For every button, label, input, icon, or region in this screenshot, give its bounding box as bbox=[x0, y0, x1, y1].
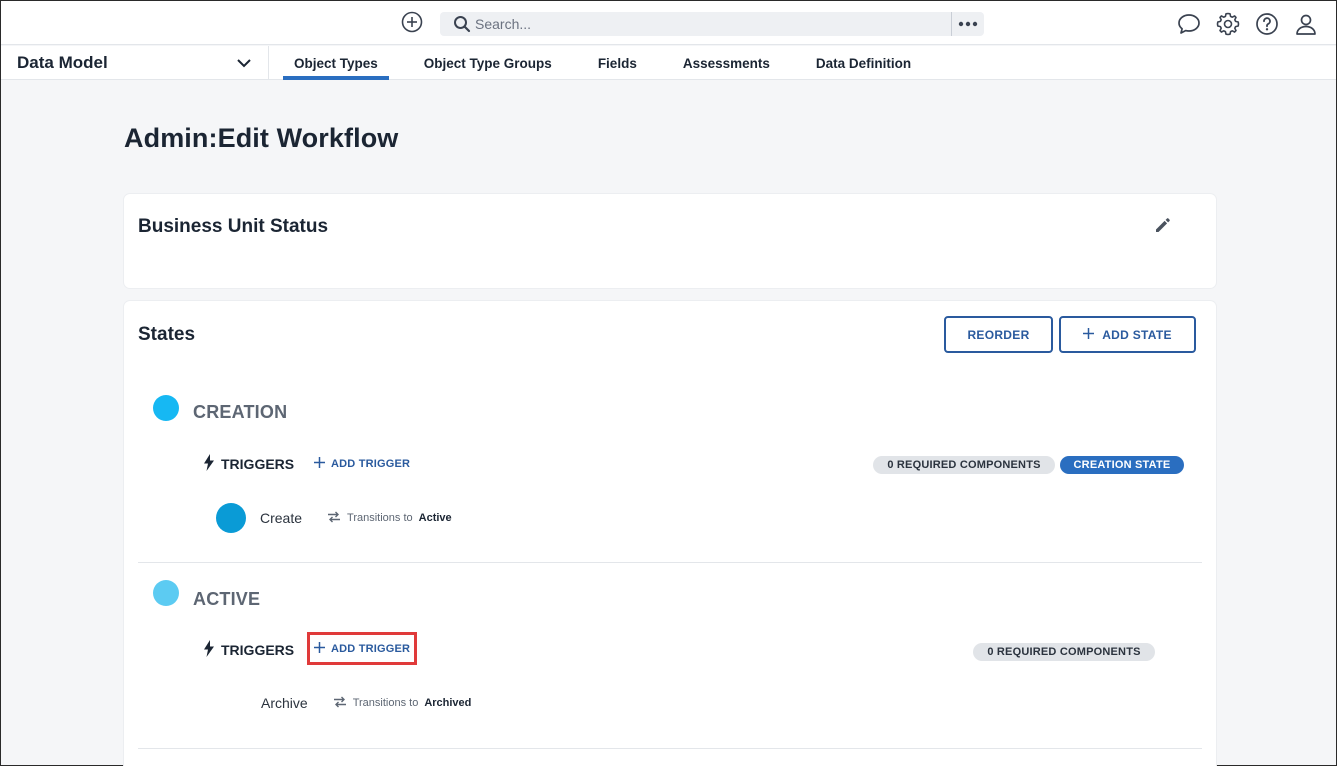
reorder-button[interactable]: REORDER bbox=[944, 316, 1053, 353]
state-active: ACTIVE TRIGGERS ADD TRIGGER 0 REQUIRED C… bbox=[124, 579, 1216, 749]
app-name: Data Model bbox=[17, 53, 108, 72]
page-title: Admin:Edit Workflow bbox=[124, 123, 398, 154]
state-name: ACTIVE bbox=[193, 589, 261, 609]
transition-info: Transitions to Active bbox=[327, 511, 452, 526]
states-title: States bbox=[138, 324, 196, 345]
triggers-label: TRIGGERS bbox=[203, 454, 294, 474]
transitions-to-text: Transitions to bbox=[352, 697, 419, 709]
add-state-button[interactable]: ADD STATE bbox=[1059, 316, 1196, 353]
chevron-down-icon[interactable] bbox=[235, 54, 253, 72]
gear-icon[interactable] bbox=[1215, 11, 1240, 36]
chat-icon[interactable] bbox=[1176, 11, 1201, 36]
app-selector[interactable]: Data Model bbox=[1, 46, 269, 80]
trigger-row-archive[interactable]: Archive Transitions to Archived bbox=[261, 695, 471, 711]
workflow-name: Business Unit Status bbox=[138, 216, 329, 237]
plus-icon bbox=[1083, 327, 1095, 342]
tab-object-type-groups[interactable]: Object Type Groups bbox=[413, 46, 563, 80]
trigger-color-dot bbox=[216, 503, 246, 533]
add-state-button-label: ADD STATE bbox=[1102, 327, 1172, 342]
transition-info: Transitions to Archived bbox=[333, 696, 472, 711]
tab-data-definition[interactable]: Data Definition bbox=[805, 46, 922, 80]
top-bar bbox=[1, 1, 1336, 45]
required-components-badge: 0 REQUIRED COMPONENTS bbox=[873, 456, 1055, 474]
triggers-text: TRIGGERS bbox=[221, 456, 295, 472]
trigger-row-create[interactable]: Create Transitions to Active bbox=[216, 503, 452, 533]
transitions-to-text: Transitions to bbox=[347, 512, 413, 524]
plus-icon bbox=[314, 641, 325, 656]
state-name: CREATION bbox=[193, 402, 288, 422]
pencil-icon[interactable] bbox=[1154, 216, 1172, 234]
transition-target: Active bbox=[418, 512, 452, 524]
global-search bbox=[440, 12, 984, 36]
help-icon[interactable] bbox=[1254, 11, 1279, 36]
add-new-icon[interactable] bbox=[400, 10, 424, 34]
more-options-icon[interactable] bbox=[955, 12, 981, 36]
transition-arrows-icon bbox=[327, 511, 341, 526]
triggers-label: TRIGGERS bbox=[203, 640, 294, 660]
search-input[interactable] bbox=[475, 13, 945, 35]
states-card: States REORDER ADD STATE CREATION TRIGGE… bbox=[124, 301, 1216, 766]
plus-icon bbox=[314, 457, 325, 471]
state-divider bbox=[138, 748, 1202, 749]
lightning-icon bbox=[203, 454, 215, 474]
lightning-icon bbox=[203, 640, 215, 660]
reorder-button-label: REORDER bbox=[967, 327, 1030, 342]
user-icon[interactable] bbox=[1293, 11, 1318, 36]
search-separator bbox=[951, 12, 952, 36]
nav-bar: Data Model Object Types Object Type Grou… bbox=[1, 46, 1336, 80]
add-trigger-button[interactable]: ADD TRIGGER bbox=[307, 632, 418, 665]
transition-arrows-icon bbox=[333, 696, 347, 711]
search-icon bbox=[453, 15, 471, 33]
add-trigger-button[interactable]: ADD TRIGGER bbox=[314, 457, 410, 471]
creation-state-badge: CREATION STATE bbox=[1060, 456, 1184, 474]
tab-assessments[interactable]: Assessments bbox=[672, 46, 781, 80]
page-title-main: Edit Workflow bbox=[217, 123, 399, 153]
add-trigger-label: ADD TRIGGER bbox=[331, 458, 411, 470]
page-title-prefix: Admin bbox=[124, 123, 209, 153]
tab-fields[interactable]: Fields bbox=[587, 46, 648, 80]
workflow-name-card: Business Unit Status bbox=[124, 194, 1216, 288]
tab-object-types[interactable]: Object Types bbox=[283, 46, 389, 80]
add-trigger-label: ADD TRIGGER bbox=[331, 642, 411, 655]
required-components-badge: 0 REQUIRED COMPONENTS bbox=[973, 643, 1155, 661]
state-color-dot bbox=[153, 580, 179, 606]
triggers-text: TRIGGERS bbox=[221, 642, 295, 658]
state-color-dot bbox=[153, 395, 179, 421]
transition-target: Archived bbox=[424, 697, 472, 709]
trigger-name: Archive bbox=[261, 695, 308, 711]
state-divider bbox=[138, 562, 1202, 563]
top-icons bbox=[1176, 11, 1318, 36]
state-creation: CREATION TRIGGERS ADD TRIGGER 0 REQUIRED… bbox=[124, 393, 1216, 563]
trigger-name: Create bbox=[260, 510, 303, 526]
page-title-separator: : bbox=[208, 123, 218, 153]
tabs: Object Types Object Type Groups Fields A… bbox=[283, 46, 946, 80]
